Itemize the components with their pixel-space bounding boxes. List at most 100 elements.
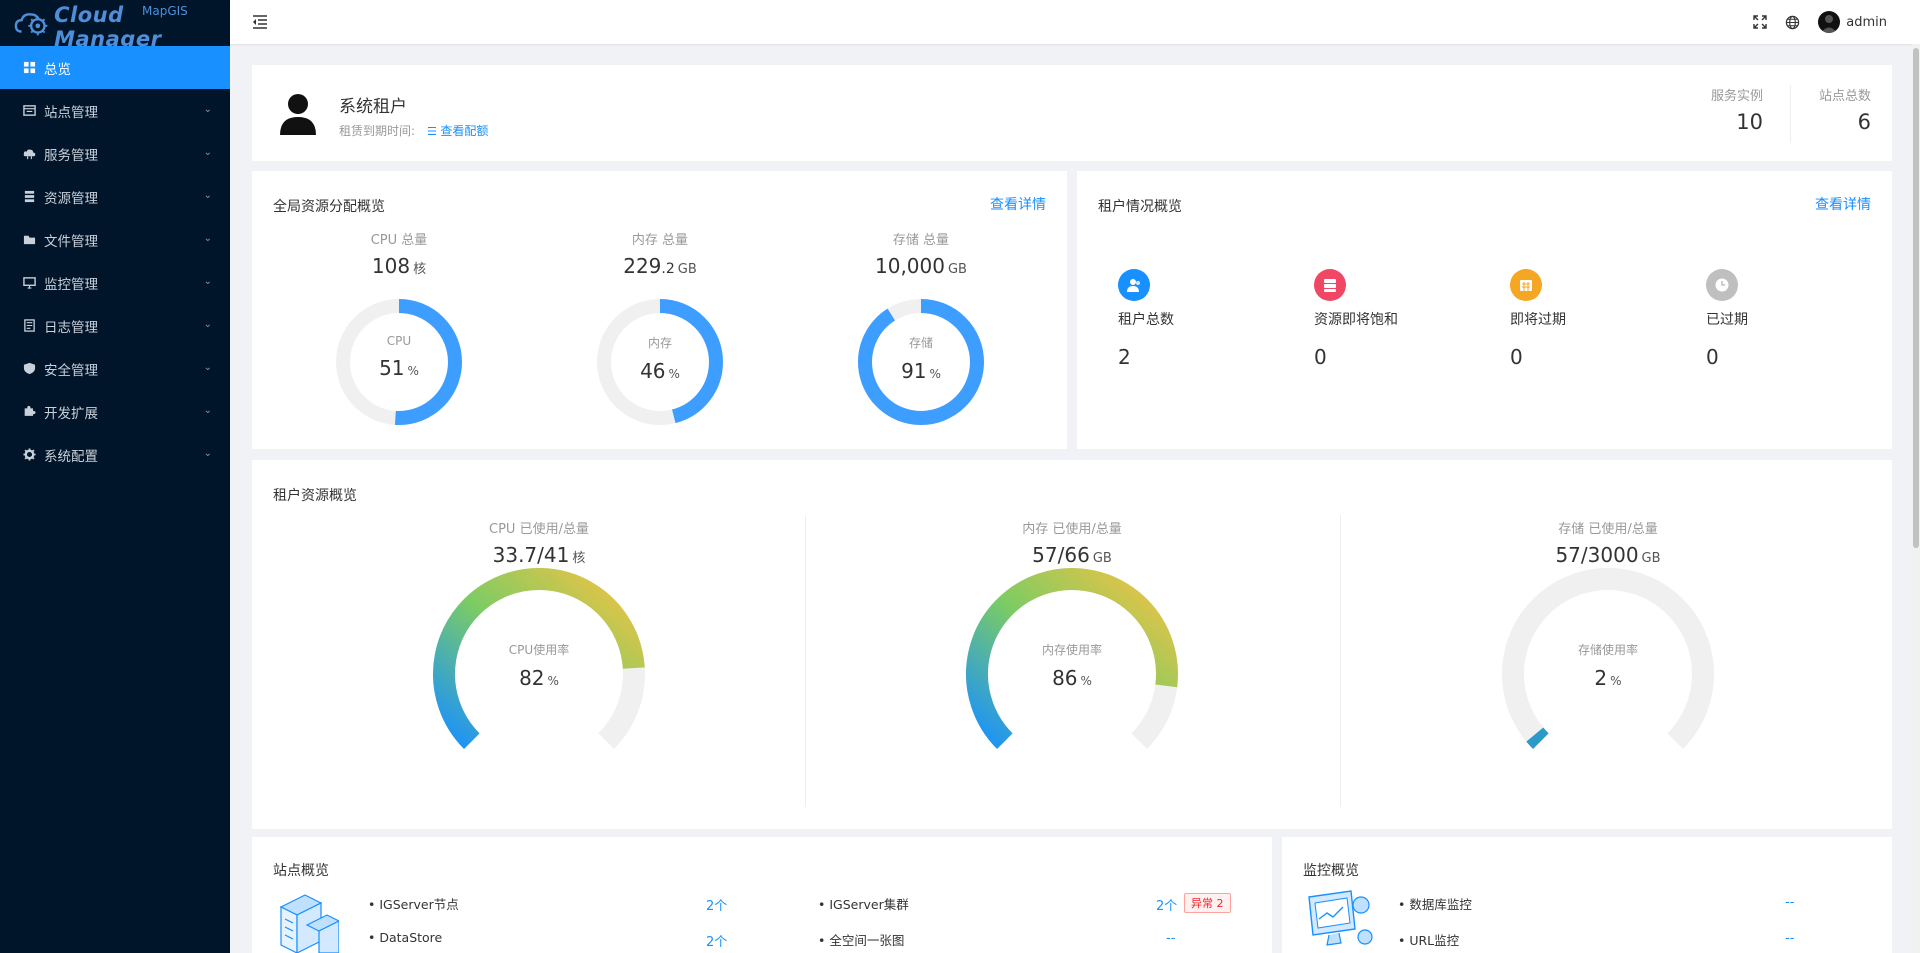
tenant-stat-value: 2 [1118,345,1131,369]
sidebar-item-0[interactable]: 总览 [0,46,230,89]
stat-value: 10 [1736,110,1763,134]
menu-fold-icon[interactable] [250,12,270,32]
view-details-link[interactable]: 查看详情 [990,194,1046,214]
server-illustration-icon [279,894,339,953]
sidebar-item-6[interactable]: 日志管理 ⌄ [0,304,230,347]
tenant-stat-2: 即将过期 0 [1510,269,1660,369]
donut-value: 51% [333,356,465,380]
sidebar-item-8[interactable]: 开发扩展 ⌄ [0,390,230,433]
sidebar-item-label: 站点管理 [44,104,98,121]
sidebar-item-label: 日志管理 [44,319,98,336]
monitor-icon [22,276,36,290]
stat-site-total: 站点总数 6 [1819,85,1871,134]
sidebar-item-4[interactable]: 文件管理 ⌄ [0,218,230,261]
resource-label: CPU 总量 [370,233,428,248]
percent-unit: % [1080,674,1092,688]
monitor-row-label: • URL监控 [1398,933,1460,948]
chevron-down-icon: ⌄ [203,104,212,115]
donut-chart: CPU 51% [333,296,465,428]
user-menu[interactable]: admin [1818,11,1887,33]
gauge-center: CPU使用率 82% [419,641,659,690]
list-icon: ☰ [427,125,441,138]
site-row-count[interactable]: 2个 [1156,895,1177,914]
language-globe-icon[interactable] [1785,15,1800,30]
users-icon [1118,269,1150,301]
sidebar-item-label: 系统配置 [44,448,98,465]
tenant-stat-3: 已过期 0 [1706,269,1856,369]
donut-center: 内存 46% [594,334,726,383]
gauge-value: 2% [1488,666,1728,690]
sidebar-item-1[interactable]: 站点管理 ⌄ [0,89,230,132]
chevron-down-icon: ⌄ [203,405,212,416]
resource-unit: GB [947,262,967,277]
gauge-chart: 内存使用率 86% [952,560,1192,770]
clock-icon [1706,269,1738,301]
tenant-stat-value: 0 [1314,345,1327,369]
tenant-stat-value: 0 [1510,345,1523,369]
tenant-stat-value: 0 [1706,345,1719,369]
dashboard-icon [22,61,36,75]
site-row-count[interactable]: 2个 [706,895,727,914]
card-title: 监控概览 [1303,863,1359,879]
tenant-card: 系统租户 租赁到期时间: ☰ 查看配额 服务实例 10 站点总数 6 [252,65,1892,161]
donut-percent: 46 [640,359,666,383]
percent-unit: % [407,364,419,378]
sidebar-item-label: 开发扩展 [44,405,98,422]
card-title: 全局资源分配概览 [273,199,385,215]
percent-unit: % [1610,674,1622,688]
monitor-row-label: • 数据库监控 [1398,897,1472,912]
donut-label: 内存 [647,336,672,350]
gauge-label: 内存使用率 [1041,643,1102,657]
tenant-stat-1: 资源即将饱和 0 [1314,269,1464,369]
resource-label: 内存 总量 [631,233,689,248]
resource-usage-label: 存储 已使用/总量 [1558,522,1658,537]
donut-percent: 51 [379,356,405,380]
site-row-label: • DataStore [368,930,443,945]
resource-total-1: 内存 总量 229.2 GB [560,229,760,278]
monitor-row-count[interactable]: -- [1785,931,1794,946]
tenant-stat-label: 已过期 [1706,312,1748,328]
chevron-down-icon: ⌄ [203,448,212,459]
view-details-link[interactable]: 查看详情 [1815,194,1871,214]
logo[interactable]: Cloud Manager MapGIS [0,0,230,51]
resource-decimal: .2 [661,261,675,277]
server-icon [1314,269,1346,301]
sidebar-item-5[interactable]: 监控管理 ⌄ [0,261,230,304]
donut-center: CPU 51% [333,334,465,380]
monitor-row-count[interactable]: -- [1785,895,1794,910]
chevron-down-icon: ⌄ [203,233,212,244]
sidebar-item-label: 服务管理 [44,147,98,164]
log-icon [22,319,36,333]
folder-icon [22,233,36,247]
puzzle-icon [22,405,36,419]
sidebar-item-3[interactable]: 资源管理 ⌄ [0,175,230,218]
error-badge[interactable]: 异常 2 [1184,893,1231,913]
site-row-label: • 全空间一张图 [818,933,905,948]
gauge-value: 86% [952,666,1192,690]
fullscreen-icon[interactable] [1753,15,1767,29]
column-divider [1340,515,1341,807]
donut-value: 91% [855,359,987,383]
percent-unit: % [929,367,941,381]
sidebar-item-9[interactable]: 系统配置 ⌄ [0,433,230,476]
calendar-icon [1510,269,1542,301]
brand-sup: MapGIS [142,4,188,18]
column-divider [805,515,806,807]
card-title: 租户情况概览 [1098,199,1182,215]
page-scrollbar[interactable] [1912,44,1920,953]
donut-center: 存储 91% [855,334,987,383]
chevron-down-icon: ⌄ [203,190,212,201]
tenant-stat-0: 租户总数 2 [1118,269,1268,369]
site-row-count[interactable]: -- [1166,931,1175,946]
resource-number: 229 [623,254,662,278]
sidebar-item-label: 总览 [44,61,71,78]
site-row-count[interactable]: 2个 [706,931,727,950]
username: admin [1846,14,1887,30]
tenant-resources-card: 租户资源概览 CPU 已使用/总量 33.7/41 核 CPU使用率 82% 内存 已使用… [252,460,1892,829]
sidebar-item-2[interactable]: 服务管理 ⌄ [0,132,230,175]
sidebar-item-7[interactable]: 安全管理 ⌄ [0,347,230,390]
gauge-value: 82% [419,666,659,690]
chevron-down-icon: ⌄ [203,276,212,287]
gauge-percent: 2 [1594,666,1608,690]
view-quota-link[interactable]: ☰ 查看配额 [427,122,488,139]
